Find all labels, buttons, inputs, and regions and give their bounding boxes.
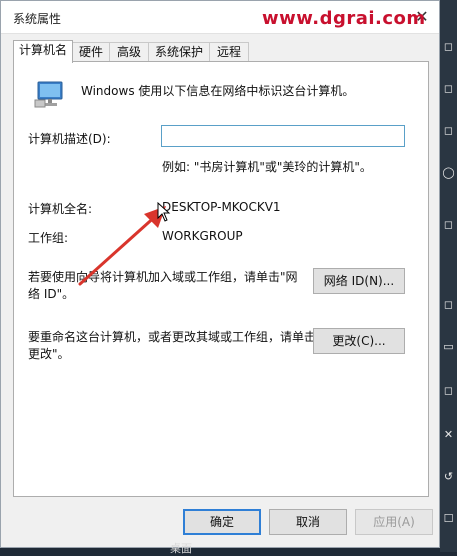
desktop-item-label: 桌面 bbox=[170, 542, 192, 555]
workgroup-label: 工作组: bbox=[28, 231, 69, 245]
tab-hardware[interactable]: 硬件 bbox=[72, 42, 110, 62]
tab-computer-name[interactable]: 计算机名 bbox=[13, 40, 73, 63]
network-id-text-line2: 络 ID"。 bbox=[28, 287, 75, 301]
toolbar-icon: ☐ bbox=[443, 512, 454, 525]
full-name-value: DESKTOP-MKOCKV1 bbox=[162, 200, 281, 214]
rename-text-line1: 要重命名这台计算机，或者更改其域或工作组，请单击" bbox=[28, 330, 322, 344]
tab-advanced[interactable]: 高级 bbox=[109, 42, 149, 62]
description-input[interactable] bbox=[161, 125, 405, 147]
change-button[interactable]: 更改(C)... bbox=[313, 328, 405, 354]
toolbar-icon: ↺ bbox=[443, 470, 454, 483]
toolbar-icon: ◻ bbox=[443, 218, 454, 231]
computer-name-panel: Windows 使用以下信息在网络中标识这台计算机。 计算机描述(D): 例如:… bbox=[13, 61, 429, 497]
window-title: 系统属性 bbox=[13, 12, 62, 26]
rename-text-line2: 更改"。 bbox=[28, 347, 70, 361]
description-label: 计算机描述(D): bbox=[28, 132, 111, 146]
toolbar-icon: ◻ bbox=[443, 124, 454, 137]
workgroup-value: WORKGROUP bbox=[162, 229, 243, 243]
tab-remote[interactable]: 远程 bbox=[209, 42, 249, 62]
tab-system-protection[interactable]: 系统保护 bbox=[148, 42, 210, 62]
system-properties-dialog: 系统属性 ✕ 计算机名 硬件 高级 系统保护 远程 Windows 使用以下信息… bbox=[0, 0, 440, 548]
mouse-cursor-icon bbox=[157, 202, 171, 222]
cancel-button[interactable]: 取消 bbox=[269, 509, 347, 535]
toolbar-icon: ◻ bbox=[443, 298, 454, 311]
ok-button[interactable]: 确定 bbox=[183, 509, 261, 535]
toolbar-icon: ◻ bbox=[443, 40, 454, 53]
toolbar-icon: ◯ bbox=[442, 166, 455, 179]
toolbar-icon: ◻ bbox=[443, 82, 454, 95]
toolbar-icon: ✕ bbox=[443, 428, 454, 441]
network-id-button[interactable]: 网络 ID(N)... bbox=[313, 268, 405, 294]
description-example: 例如: "书房计算机"或"美玲的计算机"。 bbox=[162, 160, 372, 174]
toolbar-icon: ◻ bbox=[443, 384, 454, 397]
intro-text: Windows 使用以下信息在网络中标识这台计算机。 bbox=[81, 84, 355, 98]
background-toolbar-strip: ◻ ◻ ◻ ◯ ◻ ◻ ▭ ◻ ✕ ↺ ☐ bbox=[440, 0, 457, 552]
computer-icon bbox=[34, 81, 63, 108]
toolbar-icon: ▭ bbox=[443, 340, 454, 353]
watermark-text: www.dgrai.com bbox=[262, 8, 426, 29]
apply-button[interactable]: 应用(A) bbox=[355, 509, 433, 535]
